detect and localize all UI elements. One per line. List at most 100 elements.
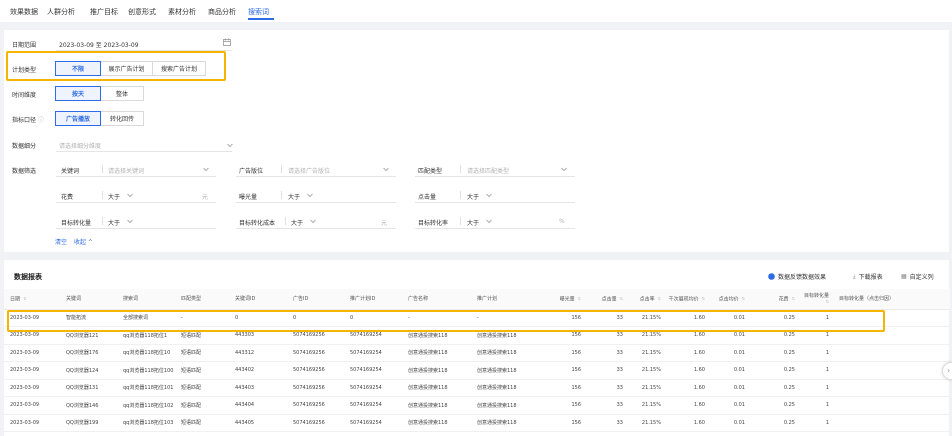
active-tab-indicator bbox=[248, 18, 274, 20]
match-type-select[interactable]: 请选择匹配类型 bbox=[467, 166, 509, 175]
spend-label: 花费 bbox=[61, 194, 74, 201]
table-cell: 5074169256 bbox=[287, 326, 344, 345]
table-cell: 21.15% bbox=[627, 361, 665, 380]
table-cell: 21.15% bbox=[627, 396, 665, 415]
col-cpm[interactable]: 千次展现均价 ⇅ bbox=[665, 289, 709, 310]
table-cell: - bbox=[471, 309, 529, 327]
metric-scope-ad-play[interactable]: 广告播放 bbox=[55, 111, 101, 126]
tab-audience[interactable]: 人群分析 bbox=[47, 7, 75, 17]
tab-search-terms[interactable]: 搜索词 bbox=[248, 7, 269, 17]
chevron-down-icon[interactable] bbox=[306, 191, 314, 199]
metric-scope-label: 指标口径 ⓘ bbox=[12, 117, 44, 124]
time-dim-total[interactable]: 整体 bbox=[100, 86, 144, 101]
table-cell: 创意通投搜索118 bbox=[471, 379, 529, 397]
metric-scope-conversion[interactable]: 转化回传 bbox=[100, 111, 144, 126]
col-impressions[interactable]: 曝光量 ⇅ bbox=[529, 289, 585, 310]
target-conv-op[interactable]: 大于 bbox=[108, 218, 120, 227]
tab-effect-data[interactable]: 效果数据 bbox=[10, 7, 38, 17]
table-cell: 0.25 bbox=[749, 414, 799, 432]
table-cell: 5074169254 bbox=[344, 344, 402, 362]
table-cell: 0 bbox=[287, 309, 344, 327]
target-rate-unit: % bbox=[559, 218, 565, 225]
table-row: 2023-03-09 QQ浏览器176 qq浏览器118拓位10 短语匹配 443312… bbox=[4, 344, 950, 362]
table-cell: 0.25 bbox=[749, 379, 799, 397]
keyword-label: 关键词 bbox=[61, 168, 80, 175]
col-ad-id: 广告ID bbox=[287, 289, 344, 310]
collapse-link[interactable]: 收起 ^ bbox=[74, 237, 93, 246]
table-cell: 1 bbox=[799, 309, 833, 327]
keyword-select[interactable]: 请选择关键词 bbox=[108, 166, 144, 175]
table-cell: 短语匹配 bbox=[175, 344, 229, 362]
table-cell: 33 bbox=[585, 361, 627, 380]
chevron-down-icon[interactable] bbox=[202, 165, 210, 173]
data-detail-underline bbox=[56, 151, 232, 152]
chevron-down-icon[interactable] bbox=[382, 165, 390, 173]
table-cell bbox=[833, 379, 950, 397]
ad-slot-select[interactable]: 请选择广告版位 bbox=[288, 166, 330, 175]
chevron-down-icon[interactable] bbox=[126, 217, 134, 225]
table-cell: 5074169256 bbox=[287, 361, 344, 380]
table-cell: 156 bbox=[529, 309, 585, 327]
data-detail-label: 数据细分 bbox=[12, 143, 37, 150]
table-cell: 0.01 bbox=[709, 379, 749, 397]
table-cell: 1 bbox=[799, 361, 833, 380]
chevron-down-icon[interactable] bbox=[485, 217, 493, 225]
chevron-down-icon[interactable] bbox=[485, 191, 493, 199]
tab-material[interactable]: 素材分析 bbox=[168, 7, 196, 17]
table-cell bbox=[833, 344, 950, 362]
col-target-conv-click: 目标转化量（点击归因） bbox=[833, 289, 950, 310]
date-range-input[interactable]: 2023-03-09 至 2023-03-09 bbox=[59, 40, 139, 49]
chevron-down-icon[interactable] bbox=[560, 165, 568, 173]
clicks-op[interactable]: 大于 bbox=[467, 192, 479, 201]
table-cell: 156 bbox=[529, 379, 585, 397]
download-label: 下载报表 bbox=[858, 274, 883, 281]
col-cpc[interactable]: 点击均价 ⇅ bbox=[709, 289, 749, 310]
table-cell: 443404 bbox=[229, 396, 287, 415]
chevron-down-icon[interactable] bbox=[309, 217, 317, 225]
table-cell: 创意通投搜索118 bbox=[471, 396, 529, 415]
tab-product[interactable]: 商品分析 bbox=[208, 7, 236, 17]
table-cell: QQ浏览器121 bbox=[60, 326, 117, 345]
col-spend[interactable]: 花费 ⇅ bbox=[749, 289, 799, 310]
plan-type-display[interactable]: 展示广告计划 bbox=[100, 61, 153, 76]
table-cell: 443405 bbox=[229, 414, 287, 432]
spend-op[interactable]: 大于 bbox=[108, 192, 120, 201]
col-ctr[interactable]: 点击率 ⇅ bbox=[627, 289, 665, 310]
plan-type-search[interactable]: 搜索广告计划 bbox=[152, 61, 206, 76]
calendar-icon[interactable] bbox=[223, 38, 231, 46]
target-cost-underline bbox=[236, 228, 396, 229]
table-cell: 443303 bbox=[229, 326, 287, 345]
table-cell: 5074169256 bbox=[287, 414, 344, 432]
download-button[interactable]: ⤓ 下载报表 bbox=[853, 272, 883, 282]
feedback-button[interactable]: 数据反馈数据效果 bbox=[768, 272, 826, 281]
custom-columns-button[interactable]: ▦ 自定义列 bbox=[901, 272, 934, 281]
table-cell: 0.01 bbox=[709, 396, 749, 415]
time-dim-day[interactable]: 按天 bbox=[55, 86, 101, 101]
target-conv-label: 目标转化量 bbox=[61, 220, 92, 227]
col-date[interactable]: 日期 ⇅ bbox=[4, 289, 60, 310]
tab-goal[interactable]: 推广目标 bbox=[90, 7, 118, 17]
col-clicks[interactable]: 点击量 ⇅ bbox=[585, 289, 627, 310]
target-rate-op[interactable]: 大于 bbox=[467, 218, 479, 227]
target-cost-op[interactable]: 大于 bbox=[291, 218, 303, 227]
divider bbox=[460, 165, 461, 173]
chevron-down-icon[interactable] bbox=[126, 191, 134, 199]
table-cell: 21.15% bbox=[627, 414, 665, 432]
chevron-down-icon[interactable] bbox=[226, 141, 234, 149]
plan-type-all[interactable]: 不限 bbox=[55, 61, 101, 76]
table-cell: 1.60 bbox=[665, 396, 709, 415]
table-cell: 创意通投搜索118 bbox=[402, 344, 471, 362]
data-detail-select[interactable]: 请选择细分维度 bbox=[59, 141, 101, 150]
clear-link[interactable]: 清空 bbox=[55, 237, 67, 246]
target-conv-underline bbox=[56, 228, 216, 229]
impressions-op[interactable]: 大于 bbox=[288, 192, 300, 201]
table-cell: 1.60 bbox=[665, 309, 709, 327]
table-cell: 2023-03-09 bbox=[4, 326, 60, 345]
table-cell: 2023-03-09 bbox=[4, 379, 60, 397]
table-header-row: 日期 ⇅ 关键词 搜索词 匹配类型 关键词ID 广告ID 推广计划ID 广告名称 … bbox=[4, 289, 950, 310]
table-cell: 33 bbox=[585, 309, 627, 327]
plan-type-label: 计划类型 bbox=[12, 67, 37, 74]
table-cell: 1 bbox=[799, 326, 833, 345]
col-target-conv[interactable]: 目标转化量⇅ bbox=[799, 289, 833, 310]
tab-creative-form[interactable]: 创意形式 bbox=[128, 7, 156, 17]
